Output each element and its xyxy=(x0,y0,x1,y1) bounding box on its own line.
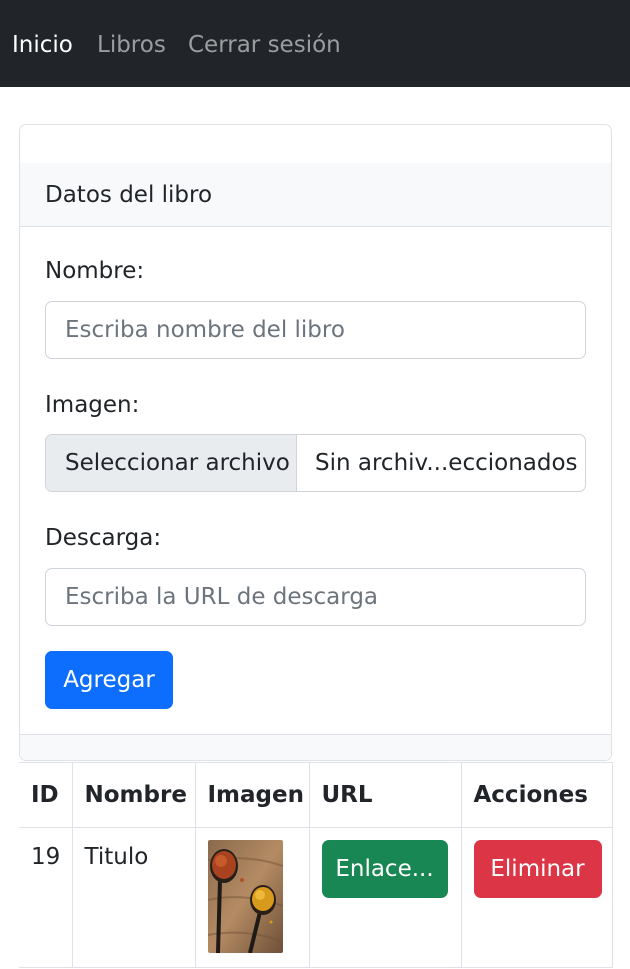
table-row: 19 Titulo Enlace... Eliminar xyxy=(19,827,613,968)
nav-link-inicio[interactable]: Inicio xyxy=(12,28,73,62)
header-id: ID xyxy=(19,762,73,828)
header-imagen: Imagen xyxy=(194,762,310,828)
cell-acciones: Eliminar xyxy=(460,827,613,968)
descarga-input[interactable] xyxy=(45,568,586,626)
table-header-row: ID Nombre Imagen URL Acciones xyxy=(19,762,613,828)
agregar-button[interactable]: Agregar xyxy=(45,651,173,709)
cell-nombre: Titulo xyxy=(71,827,196,968)
cell-url: Enlace... xyxy=(308,827,462,968)
header-url: URL xyxy=(308,762,462,828)
nombre-label: Nombre: xyxy=(45,258,145,284)
header-acciones: Acciones xyxy=(460,762,613,828)
header-nombre: Nombre xyxy=(71,762,196,828)
books-table: ID Nombre Imagen URL Acciones 19 Titulo xyxy=(19,762,613,968)
nombre-input[interactable] xyxy=(45,301,586,359)
card-footer xyxy=(20,734,611,760)
nav-link-libros[interactable]: Libros xyxy=(97,28,166,62)
imagen-label: Imagen: xyxy=(45,392,140,418)
cell-imagen xyxy=(194,827,310,968)
file-status: Sin archiv...eccionados xyxy=(315,450,578,476)
enlace-button[interactable]: Enlace... xyxy=(321,840,448,898)
card-header: Datos del libro xyxy=(20,163,611,227)
spices-photo-icon xyxy=(207,840,283,953)
eliminar-button[interactable]: Eliminar xyxy=(473,840,602,898)
descarga-label: Descarga: xyxy=(45,525,162,551)
nav-link-cerrar-sesion[interactable]: Cerrar sesión xyxy=(188,28,341,62)
cell-id: 19 xyxy=(19,827,73,968)
select-file-button[interactable]: Seleccionar archivo xyxy=(46,435,297,491)
navbar: Inicio Libros Cerrar sesión xyxy=(0,0,630,87)
file-input[interactable]: Seleccionar archivo Sin archiv...ecciona… xyxy=(45,434,586,492)
card-title: Datos del libro xyxy=(45,182,213,208)
